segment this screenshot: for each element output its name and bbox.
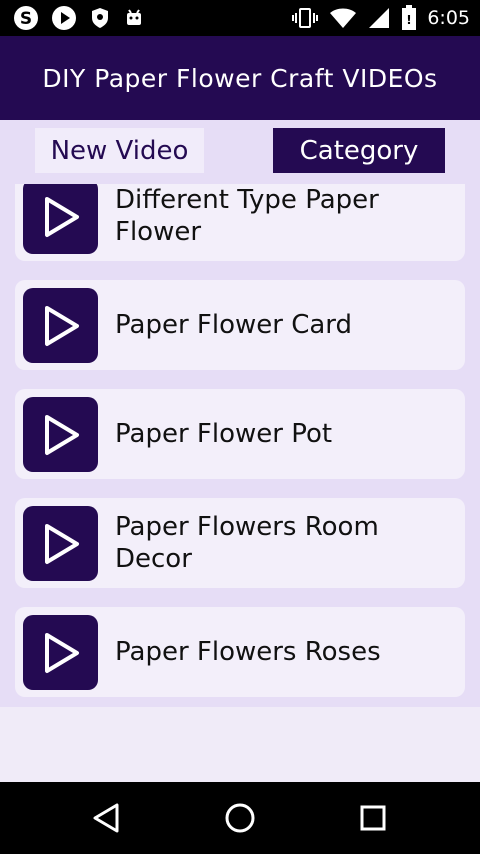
play-icon	[44, 196, 79, 237]
video-title: Paper Flower Pot	[115, 419, 333, 449]
video-title: Different Type Paper Flower	[115, 185, 379, 247]
play-icon	[52, 6, 76, 30]
video-item[interactable]: Paper Flowers Room Decor	[15, 498, 465, 588]
video-item[interactable]: Paper Flowers Roses	[15, 607, 465, 697]
play-icon	[44, 414, 79, 455]
tab-new-video[interactable]: New Video	[35, 128, 204, 173]
video-list[interactable]: Different Type Paper Flower Paper Flower…	[0, 184, 480, 707]
video-item[interactable]: Different Type Paper Flower	[15, 184, 465, 261]
tab-category[interactable]: Category	[273, 128, 445, 173]
app-bar: DIY Paper Flower Craft VIDEOs	[0, 36, 480, 120]
video-item[interactable]: Paper Flower Pot	[15, 389, 465, 479]
android-icon	[127, 9, 141, 25]
play-icon	[44, 523, 79, 564]
home-button[interactable]	[220, 800, 260, 836]
battery-icon: !	[402, 5, 417, 30]
video-title: Paper Flowers Room Decor	[115, 512, 379, 574]
shield-icon	[92, 8, 108, 28]
video-thumbnail[interactable]	[23, 288, 98, 363]
video-title: Paper Flowers Roses	[115, 637, 381, 667]
video-thumbnail[interactable]	[23, 506, 98, 581]
play-icon	[44, 632, 79, 673]
status-time: 6:05	[427, 7, 470, 29]
navigation-bar	[0, 782, 480, 854]
back-button[interactable]	[86, 800, 126, 836]
empty-area	[0, 707, 480, 782]
video-thumbnail[interactable]	[23, 397, 98, 472]
svg-text:!: !	[407, 13, 412, 27]
vibrate-icon	[292, 8, 319, 28]
video-thumbnail[interactable]	[23, 184, 98, 254]
recents-button[interactable]	[353, 800, 393, 836]
app-title: DIY Paper Flower Craft VIDEOs	[42, 63, 438, 93]
recents-icon	[360, 805, 386, 831]
wifi-icon	[330, 8, 357, 28]
skype-icon: S	[14, 6, 38, 30]
home-icon	[225, 803, 255, 833]
back-icon	[93, 803, 119, 833]
tab-strip: New Video Category	[0, 120, 480, 184]
video-thumbnail[interactable]	[23, 615, 98, 690]
video-item[interactable]: Paper Flower Card	[15, 280, 465, 370]
svg-text:S: S	[20, 9, 32, 29]
signal-icon	[369, 8, 390, 28]
status-bar: S ! 6:05	[0, 0, 480, 36]
video-title: Paper Flower Card	[115, 310, 353, 340]
play-icon	[44, 305, 79, 346]
